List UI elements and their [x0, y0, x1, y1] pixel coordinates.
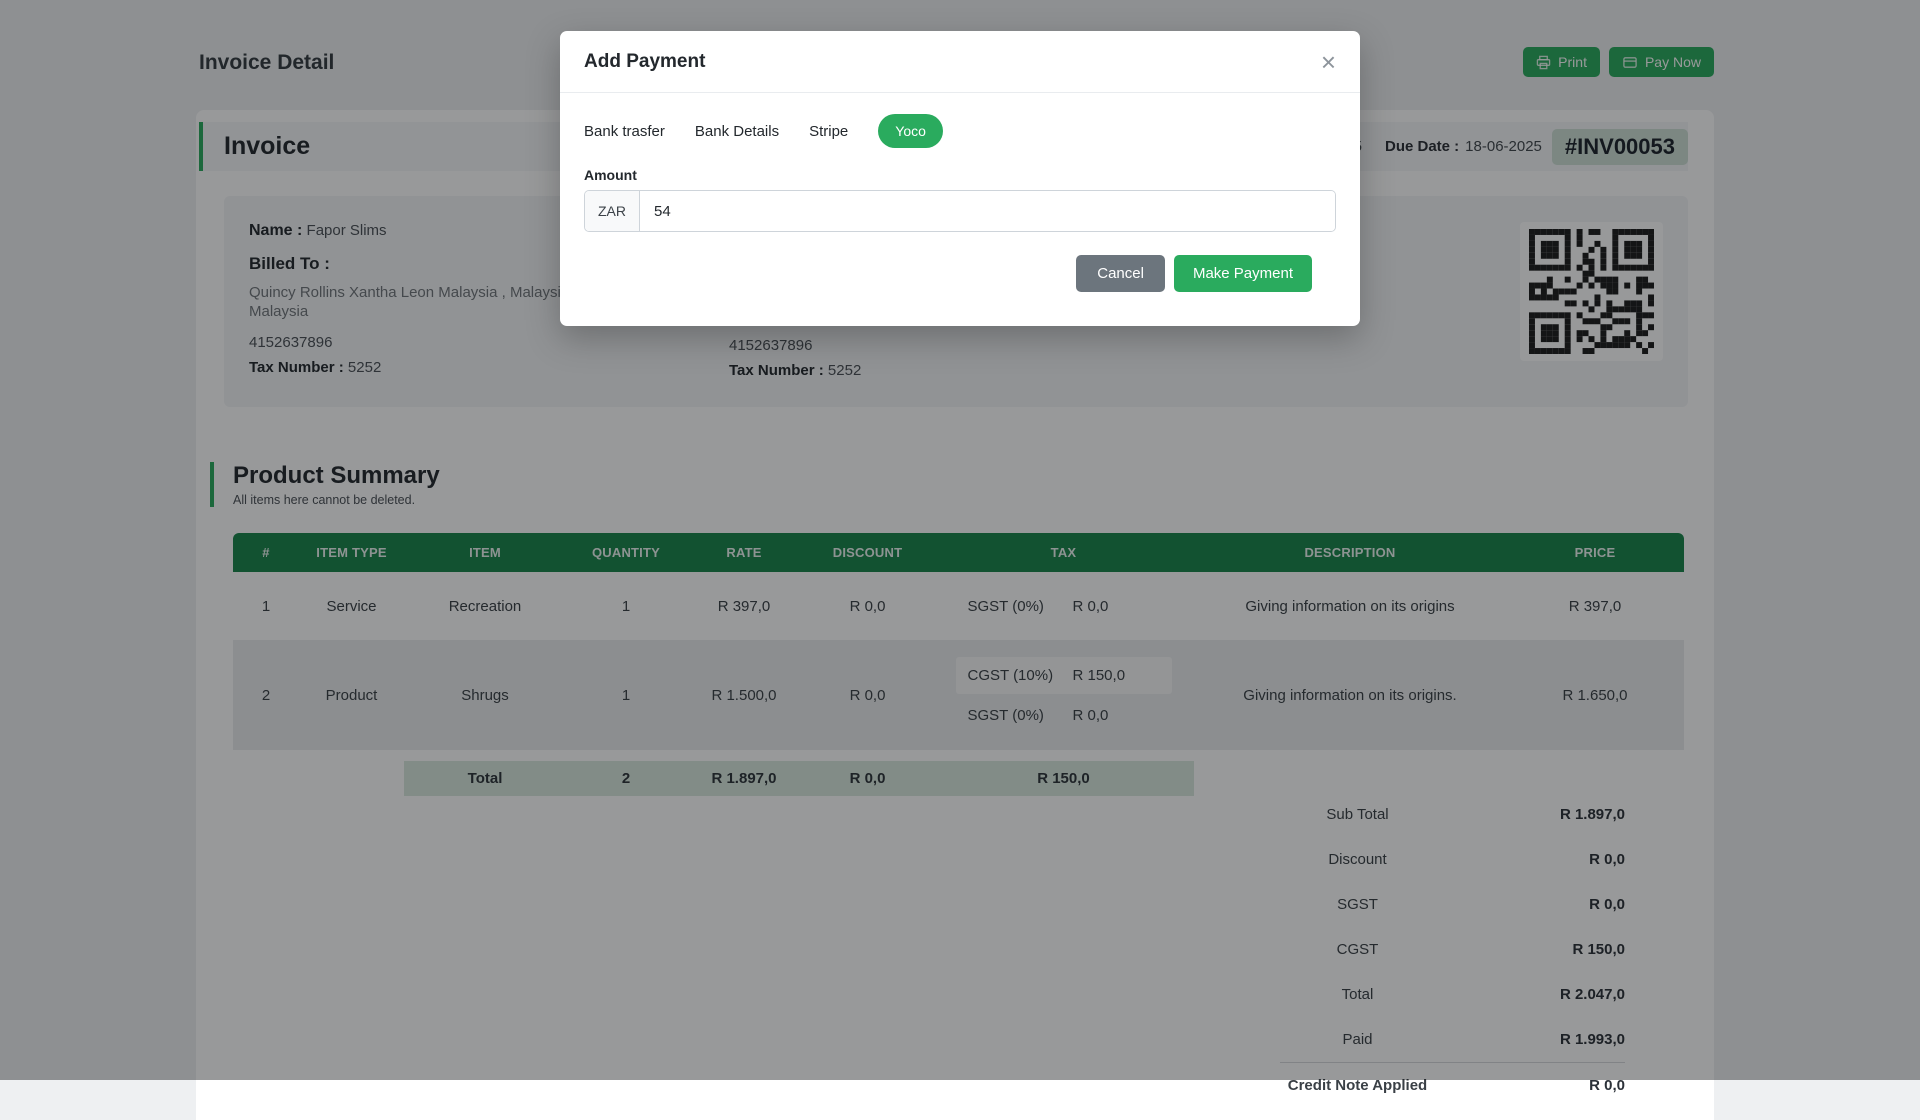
tab-stripe[interactable]: Stripe	[809, 123, 848, 140]
currency-prefix: ZAR	[585, 191, 640, 231]
modal-title: Add Payment	[584, 50, 706, 72]
tab-bank-trasfer[interactable]: Bank trasfer	[584, 123, 665, 140]
tab-yoco[interactable]: Yoco	[878, 114, 943, 148]
make-payment-button[interactable]: Make Payment	[1173, 255, 1312, 292]
modal-header: Add Payment ×	[560, 31, 1360, 93]
tab-bank-details[interactable]: Bank Details	[695, 123, 779, 140]
modal-footer: Cancel Make Payment	[584, 232, 1336, 292]
close-icon[interactable]: ×	[1321, 49, 1336, 75]
amount-label: Amount	[584, 167, 637, 183]
modal-body: Bank trasfer Bank Details Stripe Yoco Amoun…	[560, 93, 1360, 292]
add-payment-modal: Add Payment × Bank trasfer Bank Details St…	[560, 31, 1360, 326]
amount-input-group: ZAR	[584, 190, 1336, 232]
cancel-button[interactable]: Cancel	[1076, 255, 1165, 292]
payment-method-tabs: Bank trasfer Bank Details Stripe Yoco	[584, 114, 1336, 148]
amount-input[interactable]	[640, 191, 1335, 231]
